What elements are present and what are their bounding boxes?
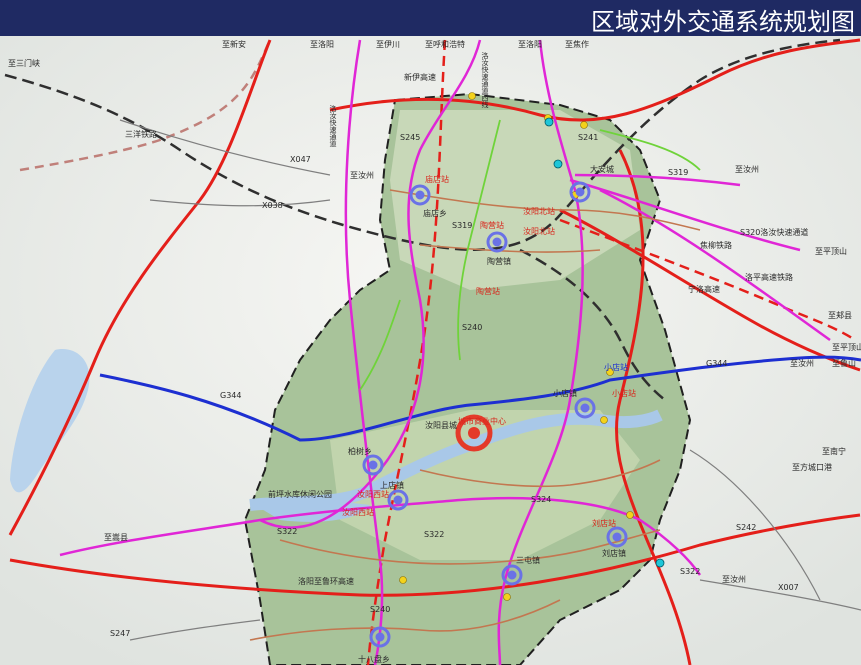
label-s324: S324 bbox=[531, 495, 551, 504]
label-to-pingdingshan2: 至平顶山 bbox=[832, 342, 861, 352]
label-to-ruzhou3: 至汝州 bbox=[790, 358, 814, 368]
label-s319: S319 bbox=[452, 221, 472, 230]
label-taoying-town: 陶营镇 bbox=[487, 256, 511, 266]
label-to-luoyang1: 至洛阳 bbox=[310, 39, 334, 49]
label-shangdian: 上店镇 bbox=[380, 480, 404, 490]
label-x038: X038 bbox=[262, 201, 283, 210]
label-ningluo-exp: 宁洛高速 bbox=[688, 284, 720, 294]
label-x007: X007 bbox=[778, 583, 799, 592]
label-sanxiang: 三屯镇 bbox=[516, 555, 540, 565]
label-lake-park: 前坪水库休闲公园 bbox=[268, 489, 332, 499]
label-s241: S241 bbox=[578, 133, 598, 142]
label-s322-w: S322 bbox=[277, 527, 297, 536]
label-to-fangcheng: 至方城口港 bbox=[792, 462, 832, 472]
label-luoruan-2: 洛汝快速通道 bbox=[329, 104, 337, 148]
label-g344-east: G344 bbox=[706, 359, 727, 368]
label-to-huhehaote: 至呼和浩特 bbox=[425, 39, 465, 49]
label-to-lushan: 至鲁山 bbox=[832, 358, 856, 368]
label-to-nanning: 至南宁 bbox=[822, 446, 846, 456]
label-ruyangxi-station: 汝阳西站 bbox=[357, 489, 389, 499]
label-s319-east: S319 bbox=[668, 168, 688, 177]
label-miaodian-town: 庙店乡 bbox=[423, 208, 447, 218]
label-to-yichuan: 至伊川 bbox=[376, 39, 400, 49]
label-xiaodian-station: 小店站 bbox=[604, 362, 628, 372]
label-ruyangxi-station2: 汝阳西站 bbox=[342, 507, 374, 517]
label-to-xinan: 至新安 bbox=[222, 39, 246, 49]
label-xiaodian-town: 小店镇 bbox=[553, 388, 577, 398]
label-to-ruzhou1: 至汝州 bbox=[735, 164, 759, 174]
label-to-sanmenxia: 至三门峡 bbox=[8, 58, 40, 68]
label-to-ruzhou4: 至汝州 bbox=[722, 574, 746, 584]
label-ring-exp: 洛阳至鲁环高速 bbox=[298, 576, 354, 586]
label-luoruan-1: 洛汝快速通道西线 bbox=[481, 51, 489, 108]
label-s240b: S240 bbox=[370, 605, 390, 614]
map-title: 区域对外交通系统规划图 bbox=[591, 8, 855, 36]
label-ruyangbei-station2: 汝阳北站 bbox=[523, 226, 555, 236]
label-ruyang-county: 汝阳县城 bbox=[425, 420, 457, 430]
label-xinyi-exp: 新伊高速 bbox=[404, 72, 436, 82]
label-ruyangbei-station: 汝阳北站 bbox=[523, 206, 555, 216]
label-s247: S247 bbox=[110, 629, 130, 638]
label-s240: S240 bbox=[462, 323, 482, 332]
planning-map: 至新安 至洛阳 至伊川 至呼和浩特 至洛阳 至焦作 至三门峡 洛汝快速通道西线 … bbox=[0, 36, 861, 665]
label-s322: S322 bbox=[424, 530, 444, 539]
label-miaodian-station: 庙店站 bbox=[425, 174, 449, 184]
label-s320-line: S320洛汝快速通道 bbox=[740, 227, 808, 237]
label-x047: X047 bbox=[290, 155, 311, 164]
label-liudian-station: 刘店站 bbox=[592, 518, 616, 528]
label-daancheng: 大安城 bbox=[590, 164, 614, 174]
label-s322-e: S322 bbox=[680, 567, 700, 576]
label-to-jiaozuo: 至焦作 bbox=[565, 39, 589, 49]
label-shiba: 十八盘乡 bbox=[358, 654, 390, 664]
label-to-luoyang2: 至洛阳 bbox=[518, 39, 542, 49]
map-page: 区域对外交通系统规划图 至新安 至洛阳 至伊川 至呼和浩特 至洛阳 至焦作 至三… bbox=[0, 0, 861, 665]
label-g344: G344 bbox=[220, 391, 241, 400]
label-s245: S245 bbox=[400, 133, 420, 142]
label-xiaodian-station2: 小店站 bbox=[612, 388, 636, 398]
label-to-jiaxian: 至郏县 bbox=[828, 310, 852, 320]
label-boshu: 柏树乡 bbox=[348, 446, 372, 456]
label-taoying-station2: 陶营站 bbox=[476, 286, 500, 296]
label-sanyang-rail: 三洋铁路 bbox=[125, 129, 157, 139]
label-luoping-hsr: 洛平高速铁路 bbox=[745, 272, 793, 282]
label-to-pingdingshan1: 至平顶山 bbox=[815, 246, 847, 256]
label-liudian-town: 刘店镇 bbox=[602, 548, 626, 558]
label-taoying-station: 陶营站 bbox=[480, 220, 504, 230]
label-to-ruzhou2: 至汝州 bbox=[350, 170, 374, 180]
label-city-center: 城市商业中心 bbox=[458, 416, 506, 426]
label-jiaoliu-rail: 焦柳铁路 bbox=[700, 240, 732, 250]
title-bar: 区域对外交通系统规划图 bbox=[0, 0, 861, 36]
label-s242: S242 bbox=[736, 523, 756, 532]
label-to-songxian: 至嵩县 bbox=[104, 533, 128, 542]
